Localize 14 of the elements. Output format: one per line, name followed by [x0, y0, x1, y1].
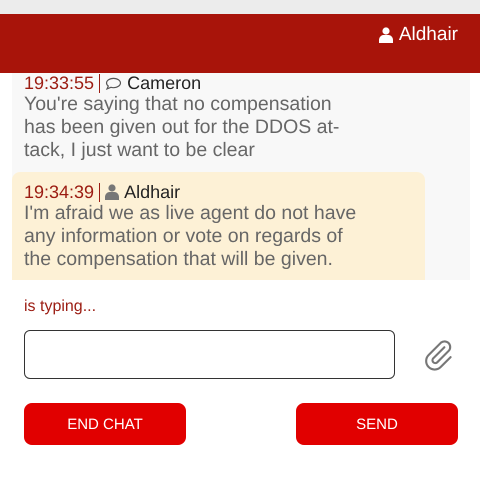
sender-name: Aldhair [124, 182, 180, 202]
sender-name: Cameron [127, 73, 202, 93]
message-input[interactable] [24, 330, 395, 379]
end-chat-button[interactable]: END CHAT [24, 403, 186, 445]
send-button[interactable]: SEND [296, 403, 458, 445]
speech-bubble-icon [105, 76, 122, 90]
message-time: 19:33:55 [24, 73, 94, 93]
message-text: You're saying that no compensation has been given out for the DDOS at- tack, I just want to be clear [24, 93, 340, 162]
typing-status: is typing... [24, 298, 98, 316]
message-time: 19:34:39 [24, 182, 94, 202]
user-name[interactable]: Aldhair [378, 24, 458, 46]
person-icon [105, 184, 120, 200]
user-icon [378, 27, 393, 43]
message-text: I'm afraid we as live agent do not have any information or vote on regards of the compensation that will be given. [24, 202, 358, 271]
